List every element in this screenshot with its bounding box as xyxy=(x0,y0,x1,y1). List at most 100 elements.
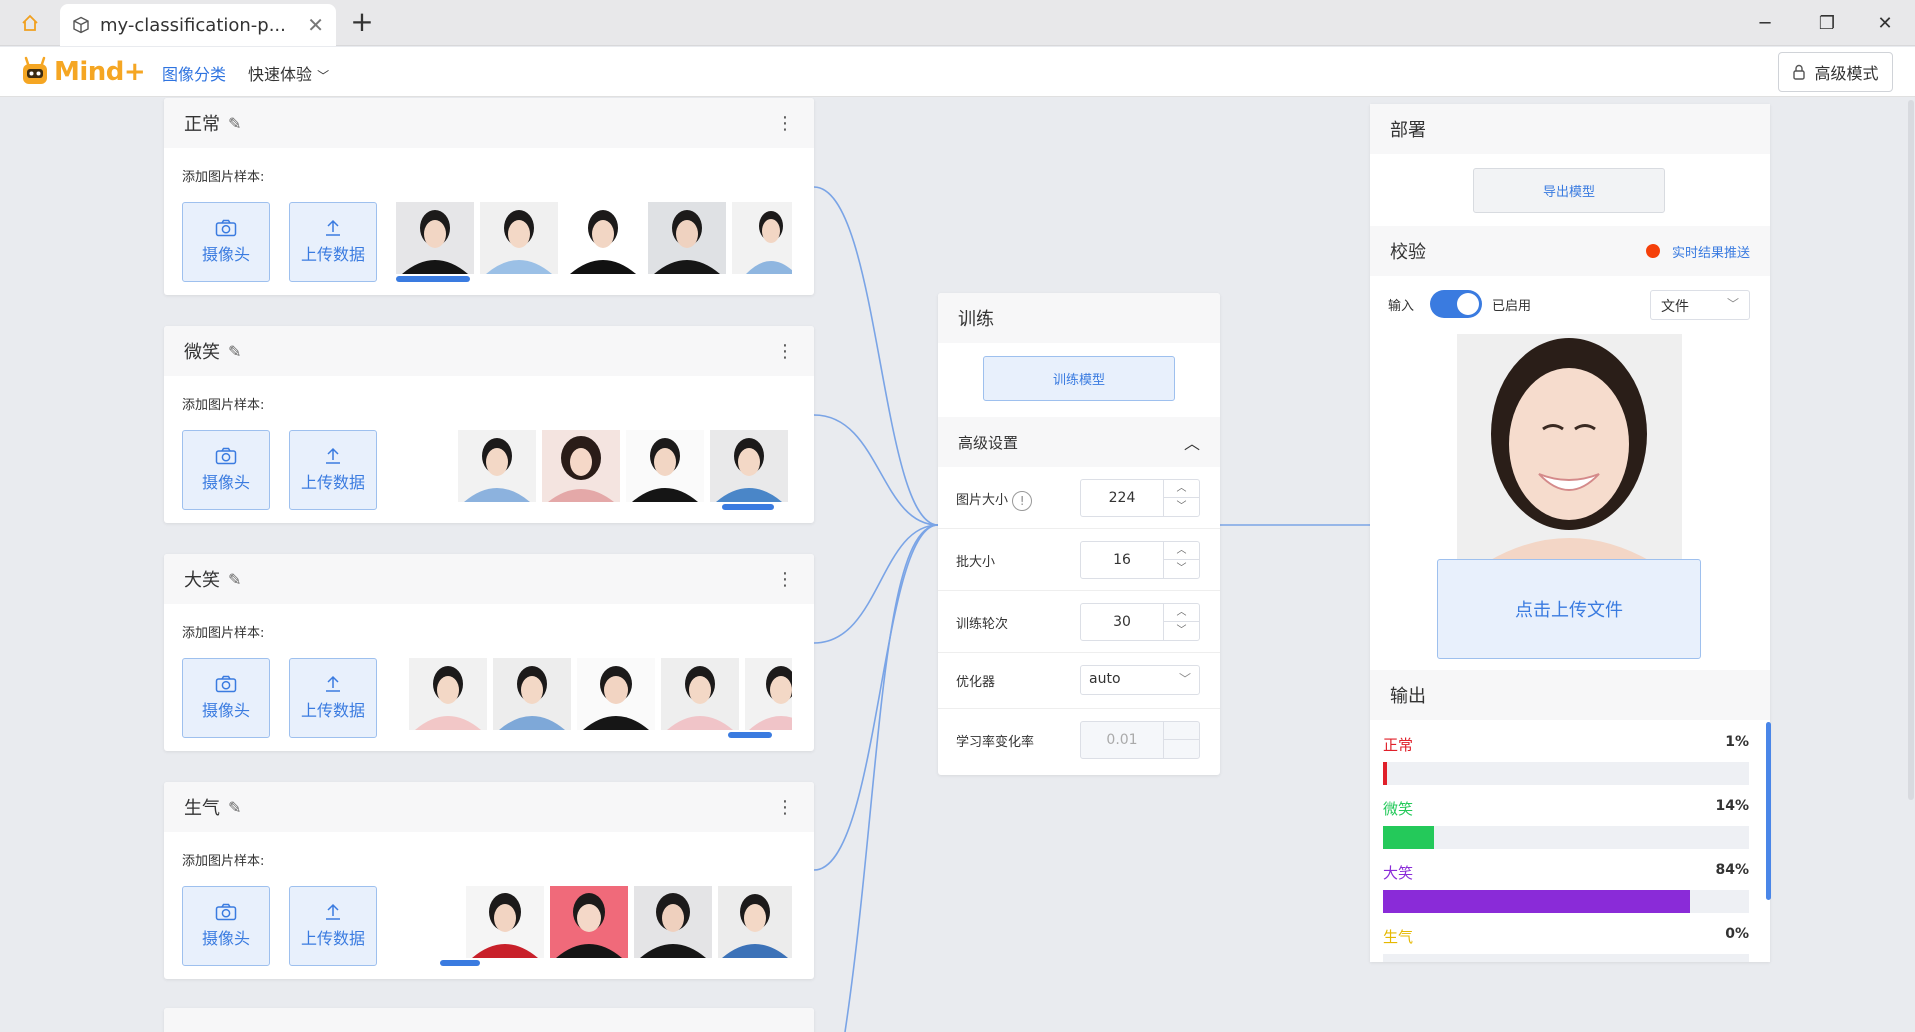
batch-size-value[interactable]: 16 xyxy=(1081,552,1163,568)
output-class-name: 微笑 xyxy=(1383,800,1414,818)
project-tab[interactable]: my-classification-p... ✕ xyxy=(60,4,336,46)
stepper-up-icon[interactable]: ︿ xyxy=(1164,604,1199,622)
sample-thumbnail[interactable] xyxy=(626,430,704,502)
minimize-button[interactable]: ─ xyxy=(1735,0,1795,46)
input-source-select[interactable]: 文件 ﹀ xyxy=(1650,290,1750,320)
wire-angry xyxy=(813,524,939,871)
input-toggle[interactable] xyxy=(1430,290,1483,318)
stepper-down-icon[interactable]: ﹀ xyxy=(1164,498,1199,516)
title-bar: my-classification-p... ✕ + ─ ❐ ✕ xyxy=(0,0,1915,46)
upload-data-button[interactable]: 上传数据 xyxy=(289,430,377,510)
advanced-mode-button[interactable]: 高级模式 xyxy=(1778,52,1893,92)
camera-button[interactable]: 摄像头 xyxy=(182,202,270,282)
deploy-header: 部署 xyxy=(1370,104,1770,154)
optimizer-value: auto xyxy=(1089,671,1121,687)
sample-thumbnail[interactable] xyxy=(577,658,655,730)
page-scrollbar[interactable] xyxy=(1908,100,1914,800)
camera-button[interactable]: 摄像头 xyxy=(182,658,270,738)
sample-thumbnail[interactable] xyxy=(745,658,792,730)
stepper-down-icon[interactable]: ﹀ xyxy=(1164,622,1199,640)
sample-thumbnail[interactable] xyxy=(550,886,628,958)
add-sample-label: 添加图片样本: xyxy=(182,854,265,869)
camera-button[interactable]: 摄像头 xyxy=(182,886,270,966)
stepper-down-icon[interactable]: ﹀ xyxy=(1164,560,1199,578)
class-card-header: 大笑 ✎ ⋮ xyxy=(164,554,814,604)
menu-quick-experience[interactable]: 快速体验 ﹀ xyxy=(248,61,329,85)
class-title[interactable]: 正常 xyxy=(184,110,220,136)
lr-decay-value[interactable]: 0.01 xyxy=(1081,732,1163,748)
advanced-settings-header[interactable]: 高级设置 ︿ xyxy=(938,417,1220,467)
wire-laugh xyxy=(813,524,939,644)
chevron-up-icon[interactable]: ︿ xyxy=(1184,430,1200,454)
epochs-stepper[interactable]: 30 ︿ ﹀ xyxy=(1080,603,1200,641)
sample-thumbnail[interactable] xyxy=(718,886,792,958)
chevron-down-icon: ﹀ xyxy=(317,69,330,83)
thumbnail-scrollbar[interactable] xyxy=(728,732,772,738)
stepper-up-icon[interactable]: ︿ xyxy=(1164,542,1199,560)
param-label: 训练轮次 xyxy=(956,617,1009,632)
sample-thumbnail[interactable] xyxy=(396,202,474,274)
restore-button[interactable]: ❐ xyxy=(1797,0,1857,46)
class-title[interactable]: 微笑 xyxy=(184,338,220,364)
train-model-button[interactable]: 训练模型 xyxy=(983,356,1175,401)
tab-close-icon[interactable]: ✕ xyxy=(307,13,324,37)
more-options-icon[interactable]: ⋮ xyxy=(776,797,794,818)
sample-thumbnail[interactable] xyxy=(466,886,544,958)
upload-label: 上传数据 xyxy=(300,929,365,948)
edit-pencil-icon[interactable]: ✎ xyxy=(228,798,241,817)
image-size-stepper[interactable]: 224 ︿ ﹀ xyxy=(1080,479,1200,517)
more-options-icon[interactable]: ⋮ xyxy=(776,341,794,362)
sample-thumbnail[interactable] xyxy=(542,430,620,502)
stepper-down-icon[interactable] xyxy=(1164,740,1199,758)
sample-thumbnail[interactable] xyxy=(710,430,788,502)
sample-thumbnail[interactable] xyxy=(409,658,487,730)
output-percentage: 84% xyxy=(1715,862,1749,878)
class-card-header xyxy=(164,1008,814,1032)
thumbnail-scrollbar[interactable] xyxy=(722,504,774,510)
edit-pencil-icon[interactable]: ✎ xyxy=(228,342,241,361)
sample-thumbnail[interactable] xyxy=(458,430,536,502)
info-icon[interactable]: ! xyxy=(1012,490,1033,511)
thumbnail-scrollbar[interactable] xyxy=(396,276,470,282)
camera-label: 摄像头 xyxy=(201,245,250,264)
sample-thumbnail[interactable] xyxy=(661,658,739,730)
sample-thumbnail[interactable] xyxy=(564,202,642,274)
epochs-value[interactable]: 30 xyxy=(1081,614,1163,630)
param-epochs: 训练轮次 30 ︿ ﹀ xyxy=(938,591,1220,653)
stepper-up-icon[interactable]: ︿ xyxy=(1164,480,1199,498)
optimizer-select[interactable]: auto ﹀ xyxy=(1080,665,1200,695)
sample-thumbnail[interactable] xyxy=(634,886,712,958)
sample-thumbnail[interactable] xyxy=(732,202,792,274)
confidence-bar-track xyxy=(1383,826,1749,849)
thumbnail-scrollbar[interactable] xyxy=(440,960,480,966)
new-tab-button[interactable]: + xyxy=(345,6,379,40)
upload-data-button[interactable]: 上传数据 xyxy=(289,658,377,738)
sample-thumbnail[interactable] xyxy=(648,202,726,274)
confidence-bar-track xyxy=(1383,954,1749,962)
more-options-icon[interactable]: ⋮ xyxy=(776,113,794,134)
upload-data-button[interactable]: 上传数据 xyxy=(289,202,377,282)
lr-decay-stepper[interactable]: 0.01 xyxy=(1080,721,1200,759)
verify-header: 校验 实时结果推送 xyxy=(1370,226,1770,276)
batch-size-stepper[interactable]: 16 ︿ ﹀ xyxy=(1080,541,1200,579)
sample-thumbnail[interactable] xyxy=(493,658,571,730)
class-card-header: 微笑 ✎ ⋮ xyxy=(164,326,814,376)
output-scrollbar[interactable] xyxy=(1766,722,1771,900)
realtime-push-link[interactable]: 实时结果推送 xyxy=(1672,242,1750,261)
sample-thumbnail[interactable] xyxy=(480,202,558,274)
upload-file-area[interactable]: 点击上传文件 xyxy=(1437,559,1701,659)
wire-normal xyxy=(813,186,939,526)
camera-button[interactable]: 摄像头 xyxy=(182,430,270,510)
menu-image-classification[interactable]: 图像分类 xyxy=(162,61,226,85)
class-title[interactable]: 大笑 xyxy=(184,566,220,592)
export-model-button[interactable]: 导出模型 xyxy=(1473,168,1665,213)
close-window-button[interactable]: ✕ xyxy=(1855,0,1915,46)
home-tab[interactable] xyxy=(8,5,52,41)
class-title[interactable]: 生气 xyxy=(184,794,220,820)
upload-data-button[interactable]: 上传数据 xyxy=(289,886,377,966)
edit-pencil-icon[interactable]: ✎ xyxy=(228,114,241,133)
stepper-up-icon[interactable] xyxy=(1164,722,1199,740)
more-options-icon[interactable]: ⋮ xyxy=(776,569,794,590)
image-size-value[interactable]: 224 xyxy=(1081,490,1163,506)
edit-pencil-icon[interactable]: ✎ xyxy=(228,570,241,589)
